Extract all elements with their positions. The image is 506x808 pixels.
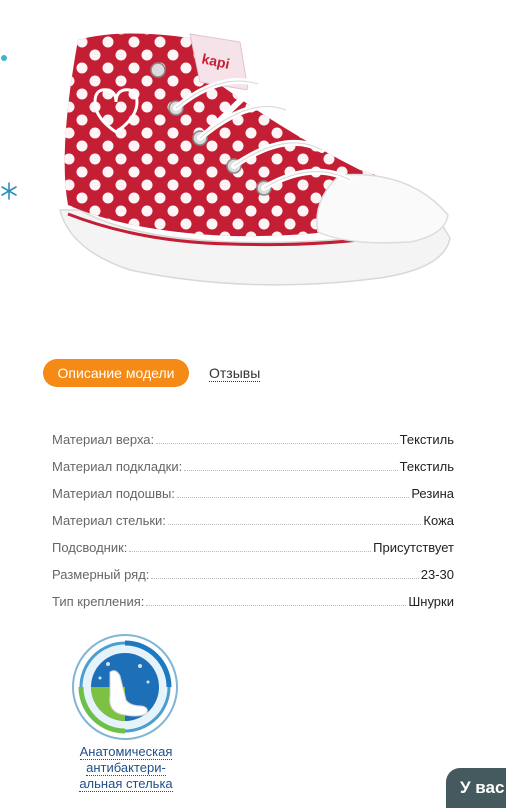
spec-leader-dots [129,551,372,552]
foot-insole-icon[interactable] [70,632,180,742]
spec-label: Материал верха: [52,432,155,447]
spec-value: Кожа [423,513,454,528]
spec-value: Текстиль [399,459,454,474]
spec-list: Материал верха: Текстиль Материал подкла… [52,420,454,609]
spec-row: Материал верха: Текстиль [52,420,454,447]
snowflake-icon [1,55,7,61]
spec-value: Присутствует [373,540,454,555]
feature-caption-line[interactable]: антибактери- [86,760,166,776]
spec-row: Подсводник: Присутствует [52,528,454,555]
spec-label: Материал стельки: [52,513,166,528]
product-tabs: Описание модели Отзывы [43,358,261,388]
snowflake-icon [1,182,17,200]
tab-description[interactable]: Описание модели [43,359,189,387]
spec-value: Резина [411,486,454,501]
tab-reviews[interactable]: Отзывы [209,365,261,382]
spec-label: Материал подкладки: [52,459,183,474]
spec-leader-dots [167,524,422,525]
spec-leader-dots [184,470,398,471]
spec-leader-dots [156,443,398,444]
product-image: kapi [59,33,451,286]
spec-row: Материал подкладки: Текстиль [52,447,454,474]
spec-label: Подсводник: [52,540,128,555]
spec-label: Материал подошвы: [52,486,175,501]
spec-leader-dots [151,578,419,579]
spec-leader-dots [176,497,410,498]
spec-value: Шнурки [408,594,454,609]
feature-caption-line[interactable]: альная стелька [79,776,173,792]
feature-caption-link[interactable]: Анатомическая антибактери- альная стельк… [68,744,184,792]
spec-row: Тип крепления: Шнурки [52,582,454,609]
feature-caption-line[interactable]: Анатомическая [79,744,173,760]
spec-row: Материал подошвы: Резина [52,474,454,501]
spec-label: Тип крепления: [52,594,145,609]
spec-value: Текстиль [399,432,454,447]
corner-help-tab[interactable]: У вас [446,768,506,808]
spec-row: Материал стельки: Кожа [52,501,454,528]
spec-value: 23-30 [420,567,454,582]
spec-label: Размерный ряд: [52,567,150,582]
spec-row: Размерный ряд: 23-30 [52,555,454,582]
spec-leader-dots [146,605,407,606]
